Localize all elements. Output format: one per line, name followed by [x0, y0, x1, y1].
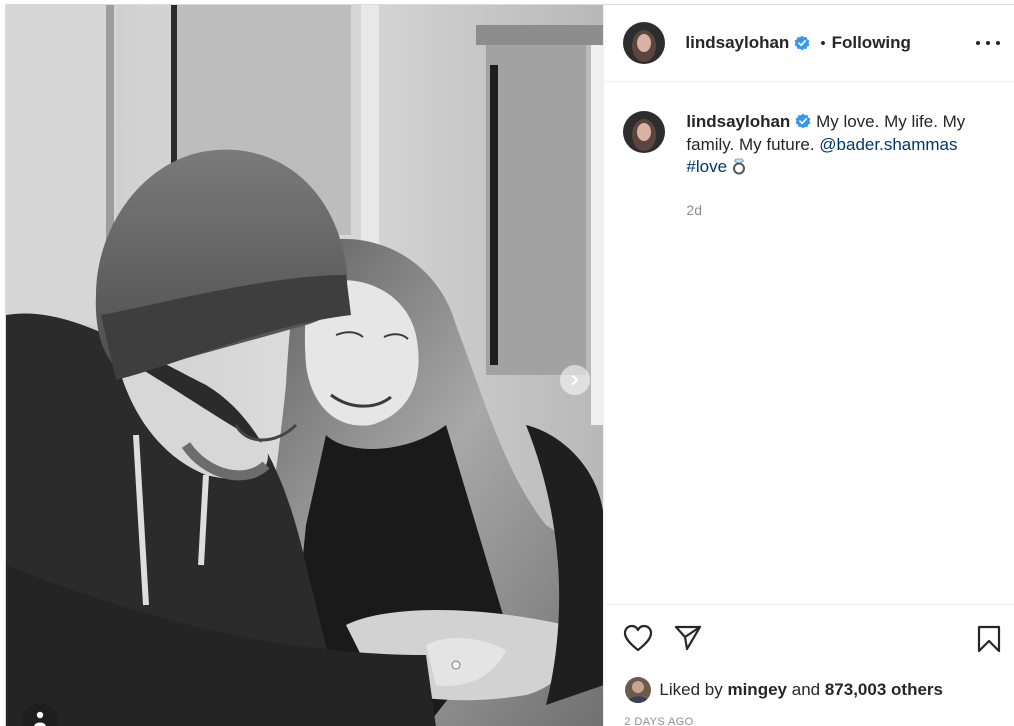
post-header: lindsaylohan • Following [604, 5, 1014, 82]
avatar[interactable] [623, 22, 666, 64]
post-timestamp[interactable]: 2 DAYS AGO [624, 716, 693, 726]
user-tag-icon [34, 711, 46, 726]
first-liker-link[interactable]: mingey [727, 680, 787, 700]
header-username[interactable]: lindsaylohan [685, 33, 789, 53]
likes-joiner: and [791, 680, 821, 699]
caption-time[interactable]: 2d [686, 202, 702, 218]
verified-badge-icon [794, 35, 810, 51]
ring-icon [732, 158, 745, 175]
share-button[interactable] [674, 625, 702, 656]
caption-text: lindsaylohan My love. My life. My family… [686, 111, 986, 179]
likes-prefix: Liked by [659, 680, 723, 699]
action-bar [604, 604, 1014, 726]
post-sidebar: lindsaylohan • Following lindsaylohan My… [603, 5, 1014, 726]
more-options-button[interactable] [976, 33, 1000, 53]
like-button[interactable] [623, 624, 653, 657]
next-photo-button[interactable] [560, 365, 590, 395]
likes-summary: Liked by mingey and 873,003 others [625, 677, 943, 703]
liker-avatar[interactable] [625, 677, 652, 703]
mention-link[interactable]: @bader.shammas [819, 135, 957, 154]
hashtag-link[interactable]: #love [686, 157, 727, 176]
header-separator: • [820, 34, 826, 52]
bookmark-icon [978, 625, 1001, 653]
verified-badge-icon [795, 113, 811, 129]
chevron-right-icon [572, 375, 578, 385]
following-button[interactable]: Following [832, 33, 911, 53]
caption-avatar[interactable] [623, 111, 666, 153]
paper-plane-icon [675, 625, 702, 651]
post-media [6, 5, 604, 726]
save-button[interactable] [977, 625, 1001, 658]
caption-row: lindsaylohan My love. My life. My family… [623, 111, 1003, 179]
caption-username[interactable]: lindsaylohan [686, 112, 790, 131]
post-photo [6, 5, 604, 726]
more-options-icon [976, 41, 980, 45]
instagram-post: lindsaylohan • Following lindsaylohan My… [5, 4, 1014, 726]
heart-icon [624, 624, 653, 652]
likes-count-link[interactable]: 873,003 others [825, 680, 943, 700]
